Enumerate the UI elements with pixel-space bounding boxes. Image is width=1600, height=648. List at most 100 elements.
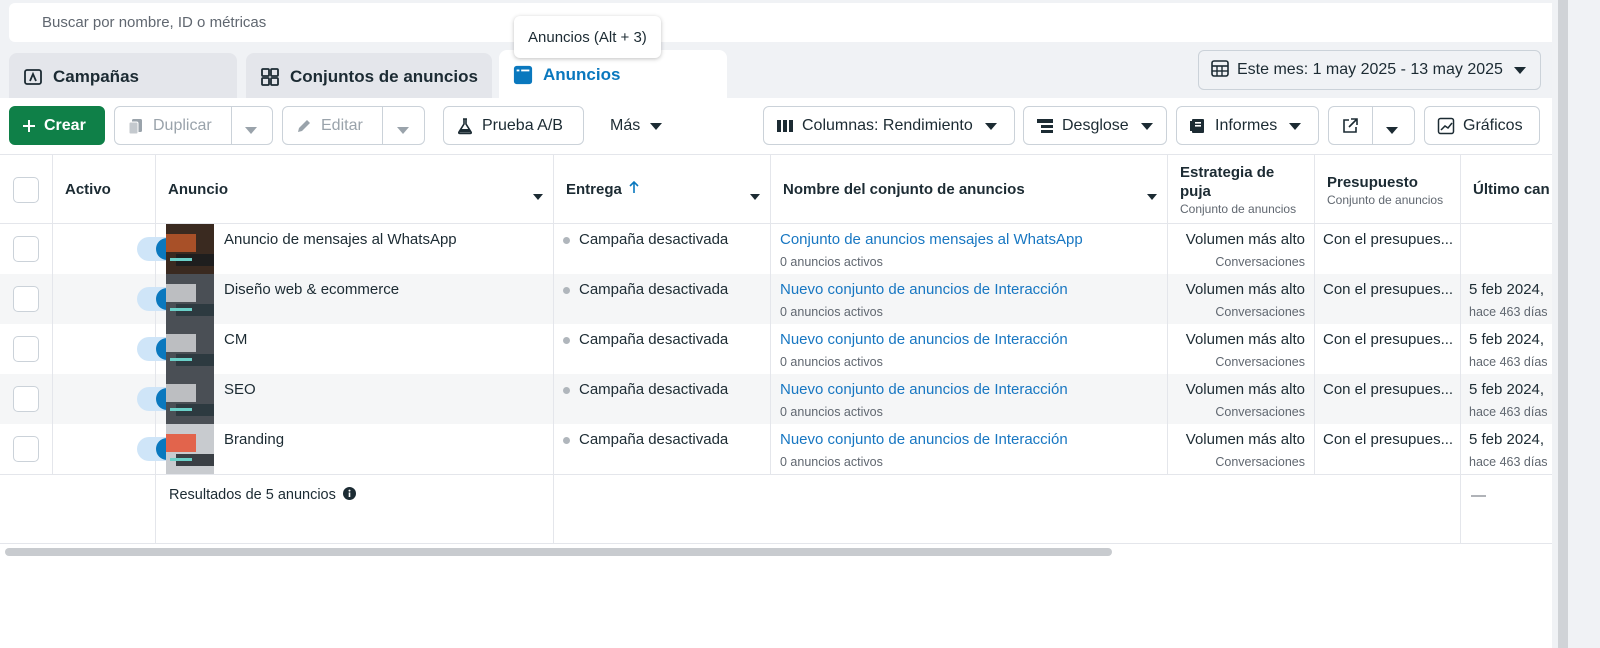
budget-cell: Con el presupues... — [1315, 374, 1461, 424]
header-sublabel: Conjunto de anuncios — [1180, 202, 1297, 216]
search-input[interactable] — [9, 3, 1573, 42]
ad-thumbnail[interactable] — [166, 224, 214, 274]
export-icon — [1341, 117, 1359, 135]
header-select-cell — [0, 155, 53, 223]
table-row[interactable]: Diseño web & ecommerce Campaña desactiva… — [0, 274, 1552, 324]
adset-active-count: 0 anuncios activos — [780, 255, 883, 269]
tab-campaigns[interactable]: Campañas — [9, 53, 237, 100]
adset-link[interactable]: Nuevo conjunto de anuncios de Interacció… — [780, 281, 1068, 298]
header-label: Nombre del conjunto de anuncios — [783, 180, 1025, 198]
ad-name[interactable]: CM — [224, 331, 247, 348]
duplicate-label: Duplicar — [153, 116, 212, 134]
table-row[interactable]: Anuncio de mensajes al WhatsApp Campaña … — [0, 224, 1552, 274]
adset-link[interactable]: Nuevo conjunto de anuncios de Interacció… — [780, 431, 1068, 448]
horizontal-scrollbar[interactable] — [5, 548, 1112, 556]
search-box[interactable] — [9, 3, 1573, 42]
tab-adsets[interactable]: Conjuntos de anuncios — [246, 53, 492, 100]
adset-active-count: 0 anuncios activos — [780, 455, 883, 469]
delivery-cell: Campaña desactivada — [554, 324, 771, 374]
bid-sub: Conversaciones — [1215, 455, 1305, 469]
status-dot — [563, 386, 570, 394]
chevron-down-icon[interactable] — [533, 187, 543, 204]
export-button[interactable] — [1328, 106, 1415, 145]
row-checkbox[interactable] — [13, 236, 39, 262]
breakdown-button[interactable]: Desglose — [1023, 106, 1167, 145]
ad-name[interactable]: Diseño web & ecommerce — [224, 281, 399, 298]
header-bid-strategy[interactable]: Estrategia de puja Conjunto de anuncios — [1168, 155, 1315, 223]
delivery-status: Campaña desactivada — [579, 431, 729, 448]
bid-strategy: Volumen más alto — [1185, 281, 1305, 298]
chevron-down-icon[interactable] — [1386, 121, 1398, 139]
edit-button[interactable]: Editar — [282, 106, 425, 145]
ad-name[interactable]: Branding — [224, 431, 284, 448]
adset-link[interactable]: Nuevo conjunto de anuncios de Interacció… — [780, 331, 1068, 348]
reports-button[interactable]: Informes — [1176, 106, 1319, 145]
adset-link[interactable]: Nuevo conjunto de anuncios de Interacció… — [780, 381, 1068, 398]
last-change-cell: 5 feb 2024, hace 463 días — [1461, 374, 1552, 424]
header-label: Estrategia de puja — [1180, 164, 1275, 200]
table-row[interactable]: SEO Campaña desactivada Nuevo conjunto d… — [0, 374, 1552, 424]
chevron-down-icon[interactable] — [397, 121, 409, 139]
ad-thumbnail[interactable] — [166, 324, 214, 374]
more-button[interactable]: Más — [598, 106, 678, 145]
divider — [1372, 106, 1373, 145]
header-last-change[interactable]: Último can — [1461, 155, 1552, 223]
ad-cell: SEO — [156, 374, 554, 424]
adset-link[interactable]: Conjunto de anuncios mensajes al WhatsAp… — [780, 231, 1083, 248]
date-range-button[interactable]: Este mes: 1 may 2025 - 13 may 2025 — [1198, 50, 1541, 90]
duplicate-button[interactable]: Duplicar — [114, 106, 273, 145]
info-icon[interactable] — [343, 487, 357, 504]
select-cell — [0, 274, 53, 324]
select-cell — [0, 424, 53, 474]
tab-label: Conjuntos de anuncios — [290, 66, 478, 86]
ad-thumbnail[interactable] — [166, 274, 214, 324]
chevron-down-icon[interactable] — [1147, 187, 1157, 204]
row-checkbox[interactable] — [13, 336, 39, 362]
summary-last-change: — — [1471, 487, 1486, 504]
summary-row: Resultados de 5 anuncios — — [0, 474, 1552, 544]
row-checkbox[interactable] — [13, 436, 39, 462]
row-checkbox[interactable] — [13, 386, 39, 412]
chevron-down-icon[interactable] — [750, 187, 760, 204]
columns-button[interactable]: Columnas: Rendimiento — [763, 106, 1015, 145]
row-checkbox[interactable] — [13, 286, 39, 312]
last-change-cell: 5 feb 2024, hace 463 días — [1461, 274, 1552, 324]
chevron-down-icon — [984, 117, 997, 135]
header-delivery[interactable]: Entrega — [554, 155, 771, 223]
scrollbar-thumb[interactable] — [1558, 0, 1568, 648]
adset-active-count: 0 anuncios activos — [780, 355, 883, 369]
tab-label: Anuncios — [543, 65, 621, 84]
plus-icon — [22, 119, 36, 133]
delivery-cell: Campaña desactivada — [554, 224, 771, 274]
ad-thumbnail[interactable] — [166, 374, 214, 424]
active-cell — [53, 224, 179, 274]
table-row[interactable]: Branding Campaña desactivada Nuevo conju… — [0, 424, 1552, 474]
bid-sub: Conversaciones — [1215, 355, 1305, 369]
table-row[interactable]: CM Campaña desactivada Nuevo conjunto de… — [0, 324, 1552, 374]
header-sublabel: Conjunto de anuncios — [1327, 193, 1444, 207]
breakdown-icon — [1036, 118, 1054, 134]
adset-cell: Nuevo conjunto de anuncios de Interacció… — [771, 424, 1168, 474]
header-budget[interactable]: Presupuesto Conjunto de anuncios — [1315, 155, 1461, 223]
adset-cell: Conjunto de anuncios mensajes al WhatsAp… — [771, 224, 1168, 274]
grid-icon — [260, 67, 280, 87]
header-ad[interactable]: Anuncio — [156, 155, 554, 223]
last-change-date: 5 feb 2024, — [1469, 281, 1545, 298]
charts-button[interactable]: Gráficos — [1424, 106, 1540, 145]
ad-name[interactable]: SEO — [224, 381, 256, 398]
ad-name[interactable]: Anuncio de mensajes al WhatsApp — [224, 231, 457, 248]
ad-thumbnail[interactable] — [166, 424, 214, 474]
breakdown-label: Desglose — [1062, 116, 1129, 134]
create-label: Crear — [44, 116, 86, 134]
last-change-cell: 5 feb 2024, hace 463 días — [1461, 424, 1552, 474]
chevron-down-icon[interactable] — [245, 121, 257, 139]
header-active[interactable]: Activo — [53, 155, 156, 223]
chevron-down-icon — [1140, 117, 1153, 135]
vertical-scrollbar[interactable] — [1552, 0, 1600, 648]
ab-test-button[interactable]: Prueba A/B — [443, 106, 584, 145]
ad-cell: Branding — [156, 424, 554, 474]
select-all-checkbox[interactable] — [13, 177, 39, 203]
budget-cell: Con el presupues... — [1315, 424, 1461, 474]
header-adset-name[interactable]: Nombre del conjunto de anuncios — [771, 155, 1168, 223]
create-button[interactable]: Crear — [9, 106, 105, 145]
